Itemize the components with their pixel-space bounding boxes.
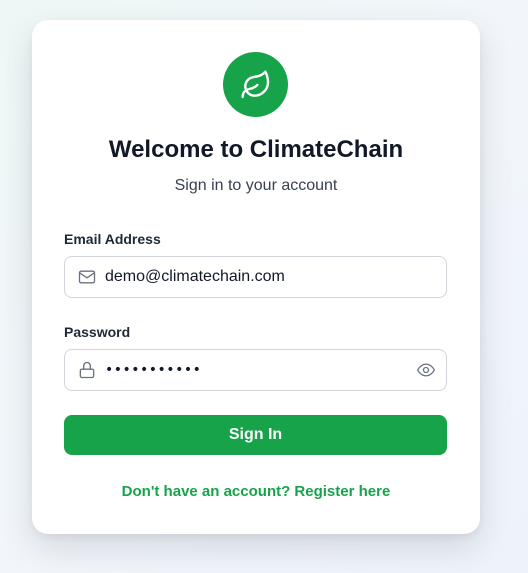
password-field[interactable]: ••••••••••• <box>64 349 447 391</box>
sign-in-button[interactable]: Sign In <box>64 415 447 455</box>
password-value: ••••••••••• <box>105 362 202 378</box>
lock-icon <box>79 361 95 379</box>
logo-badge <box>223 52 288 117</box>
mail-icon <box>78 270 96 284</box>
register-link[interactable]: Don't have an account? Register here <box>32 482 480 502</box>
email-value: demo@climatechain.com <box>105 268 285 285</box>
password-label: Password <box>64 324 131 340</box>
page-title: Welcome to ClimateChain <box>108 136 404 163</box>
leaf-icon <box>240 69 269 98</box>
page-subtitle: Sign in to your account <box>174 177 338 194</box>
login-card: Welcome to ClimateChain Sign in to your … <box>32 20 480 534</box>
email-field[interactable]: demo@climatechain.com <box>64 256 447 298</box>
email-label: Email Address <box>64 231 161 247</box>
eye-icon[interactable] <box>416 360 436 380</box>
